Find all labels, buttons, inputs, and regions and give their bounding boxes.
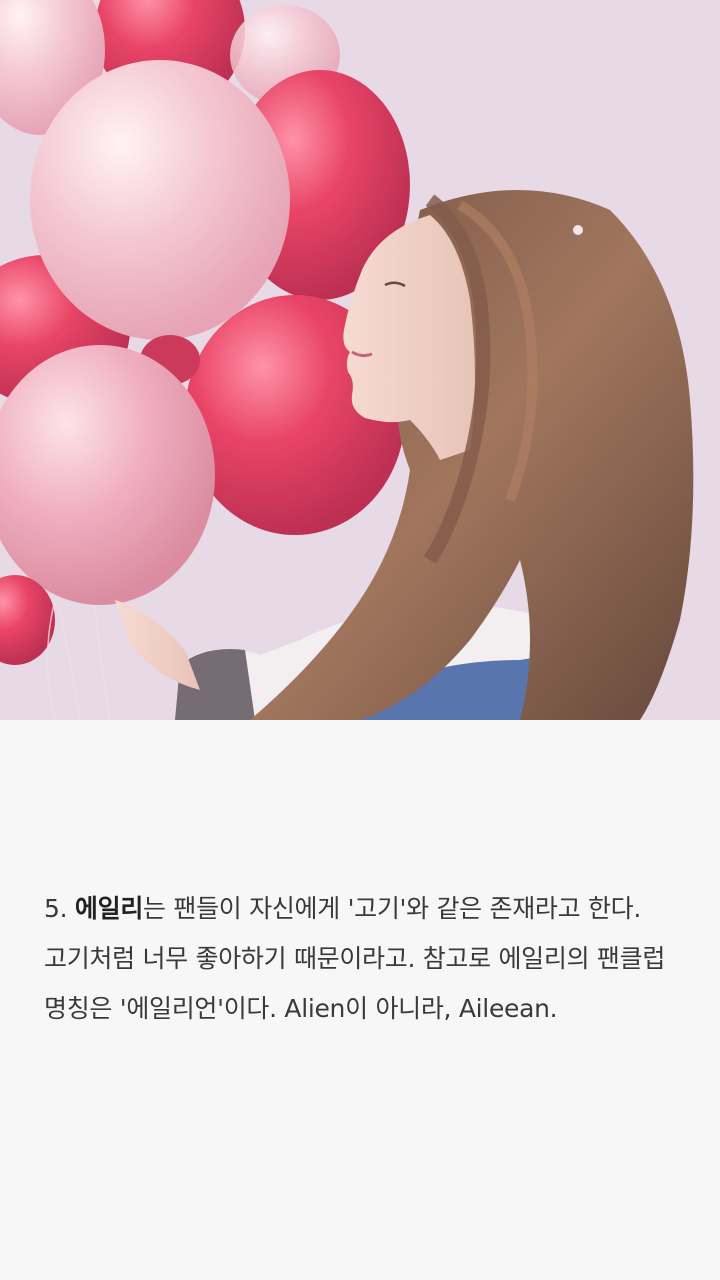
photo-illustration <box>0 0 720 720</box>
page: 5. 에일리는 팬들이 자신에게 '고기'와 같은 존재라고 한다. 고기처럼 … <box>0 0 720 1280</box>
article-caption: 5. 에일리는 팬들이 자신에게 '고기'와 같은 존재라고 한다. 고기처럼 … <box>44 884 684 1034</box>
hero-photo <box>0 0 720 720</box>
item-number: 5. <box>44 894 68 923</box>
photo-overlay <box>0 0 720 720</box>
artist-name: 에일리 <box>74 894 144 923</box>
